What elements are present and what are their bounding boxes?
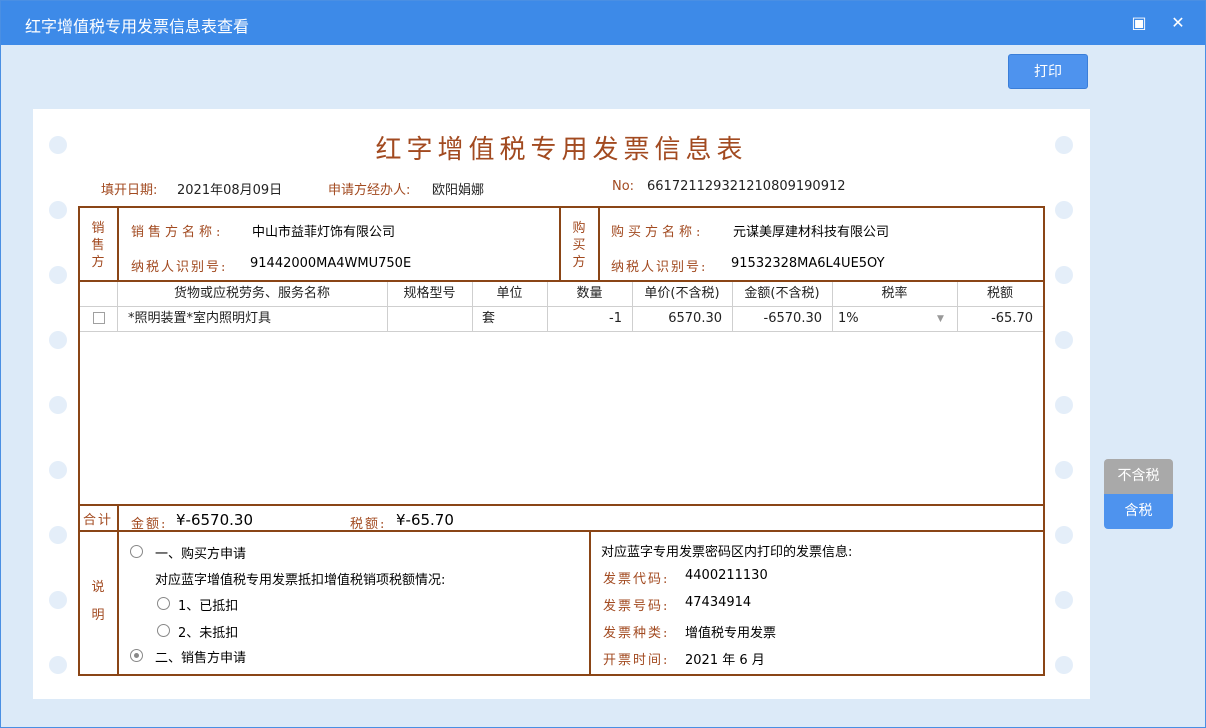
punch-hole-icon [49, 396, 67, 414]
title-bar: 红字增值税专用发票信息表查看 ▣ ✕ [1, 1, 1205, 45]
punch-hole-icon [1055, 526, 1073, 544]
document-title: 红字增值税专用发票信息表 [375, 135, 748, 165]
invoice-number-label: 发票号码: [603, 599, 670, 614]
punch-hole-icon [1055, 591, 1073, 609]
print-button[interactable]: 打印 [1008, 54, 1088, 89]
col-header-tax: 税额 [986, 286, 1013, 301]
blue-invoice-info-title: 对应蓝字专用发票密码区内打印的发票信息: [601, 545, 853, 560]
seller-tax-label: 纳税人识别号: [131, 260, 228, 275]
invoice-kind-value: 增值税专用发票 [685, 626, 777, 641]
buyer-name-value: 元谋美厚建材科技有限公司 [733, 225, 890, 240]
cell-tax: -65.70 [991, 311, 1033, 326]
buyer-tax-label: 纳税人识别号: [611, 260, 708, 275]
invoice-kind-label: 发票种类: [603, 626, 670, 641]
goods-table: 货物或应税劳务、服务名称 规格型号 单位 数量 单价(不含税) 金额(不含税) … [80, 282, 1043, 504]
deducted-radio[interactable] [157, 597, 170, 610]
total-tax-value: ¥-65.70 [396, 511, 454, 529]
seller-apply-label: 二、销售方申请 [155, 651, 247, 666]
cell-amount: -6570.30 [763, 311, 822, 326]
col-header-qty: 数量 [576, 286, 603, 301]
punch-hole-icon [49, 331, 67, 349]
invoice-number-value: 47434914 [685, 595, 752, 610]
buyer-apply-radio[interactable] [130, 545, 143, 558]
punch-hole-icon [1055, 656, 1073, 674]
seller-tax-value: 91442000MA4WMU750E [250, 256, 412, 271]
punch-hole-icon [1055, 331, 1073, 349]
invoice-no-value: 661721129321210809190912 [647, 179, 846, 194]
window-title: 红字增值税专用发票信息表查看 [25, 17, 250, 36]
total-label: 合计 [83, 513, 114, 528]
invoice-form: 销售方 销售方名称: 中山市益菲灯饰有限公司 纳税人识别号: 91442000M… [78, 206, 1045, 676]
seller-section-label: 销售方 [91, 221, 105, 270]
note-label: 说明 [91, 580, 105, 623]
col-header-price: 单价(不含税) [644, 286, 720, 301]
punch-hole-icon [49, 526, 67, 544]
col-header-rate: 税率 [881, 286, 908, 301]
punch-hole-icon [49, 201, 67, 219]
maximize-icon[interactable]: ▣ [1125, 9, 1153, 37]
total-tax-label: 税额: [350, 517, 387, 532]
applicant-value: 欧阳娟娜 [432, 183, 485, 198]
punch-hole-icon [1055, 396, 1073, 414]
buyer-section-label: 购买方 [572, 221, 586, 270]
not-deducted-label: 2、未抵扣 [178, 626, 239, 641]
cell-rate[interactable]: 1% [838, 307, 859, 331]
applicant-label: 申请方经办人: [328, 183, 411, 198]
punch-hole-icon [49, 656, 67, 674]
seller-apply-radio[interactable] [130, 649, 143, 662]
col-header-name: 货物或应税劳务、服务名称 [173, 286, 330, 301]
punch-hole-icon [49, 461, 67, 479]
col-header-spec: 规格型号 [403, 286, 456, 301]
punch-hole-icon [49, 266, 67, 284]
col-header-amount: 金额(不含税) [744, 286, 820, 301]
cell-qty: -1 [609, 311, 622, 326]
invoice-time-value: 2021 年 6 月 [685, 653, 765, 668]
fill-date-value: 2021年08月09日 [177, 183, 283, 198]
buyer-name-label: 购买方名称: [611, 225, 705, 240]
table-row[interactable]: *照明装置*室内照明灯具 套 -1 6570.30 -6570.30 1% ▼ … [80, 307, 1043, 331]
invoice-paper: 红字增值税专用发票信息表 填开日期: 2021年08月09日 申请方经办人: 欧… [33, 109, 1090, 699]
deducted-label: 1、已抵扣 [178, 599, 239, 614]
total-amount-value: ¥-6570.30 [176, 511, 253, 529]
cell-name: *照明装置*室内照明灯具 [128, 311, 272, 326]
punch-hole-icon [1055, 266, 1073, 284]
close-icon[interactable]: ✕ [1164, 9, 1192, 37]
include-tax-button[interactable]: 含税 [1104, 494, 1173, 529]
invoice-time-label: 开票时间: [603, 653, 670, 668]
total-amount-label: 金额: [131, 517, 168, 532]
seller-name-label: 销售方名称: [131, 225, 225, 240]
col-header-unit: 单位 [496, 286, 523, 301]
punch-hole-icon [1055, 201, 1073, 219]
cell-price: 6570.30 [668, 311, 722, 326]
row-checkbox[interactable] [93, 312, 105, 324]
buyer-apply-label: 一、购买方申请 [155, 547, 247, 562]
cell-unit: 套 [482, 311, 496, 326]
rate-dropdown-icon[interactable]: ▼ [937, 307, 944, 331]
invoice-code-label: 发票代码: [603, 572, 670, 587]
not-deducted-radio[interactable] [157, 624, 170, 637]
buyer-tax-value: 91532328MA6L4UE5OY [731, 256, 885, 271]
punch-hole-icon [49, 591, 67, 609]
invoice-code-value: 4400211130 [685, 568, 768, 583]
seller-name-value: 中山市益菲灯饰有限公司 [252, 225, 396, 240]
invoice-no-label: No: [612, 179, 635, 194]
invoice-viewer-window: 红字增值税专用发票信息表查看 ▣ ✕ 打印 红字增值税专用发票信息表 填开日期:… [0, 0, 1206, 728]
punch-hole-icon [1055, 461, 1073, 479]
deduction-status-title: 对应蓝字增值税专用发票抵扣增值税销项税额情况: [155, 573, 446, 588]
exclude-tax-button[interactable]: 不含税 [1104, 459, 1173, 494]
fill-date-label: 填开日期: [101, 183, 158, 198]
